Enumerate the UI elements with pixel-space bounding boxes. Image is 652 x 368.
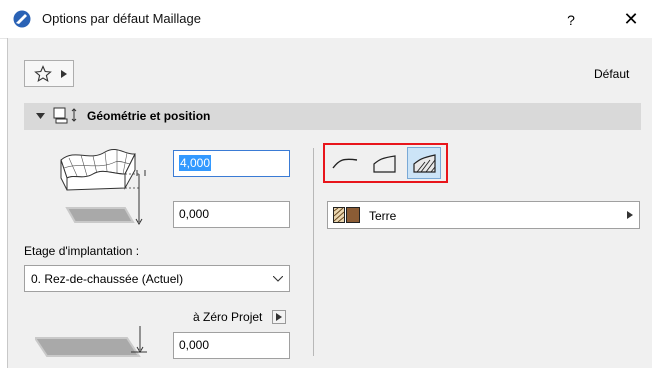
surface-only-button[interactable] (328, 147, 362, 179)
arrow-right-icon (276, 313, 282, 321)
arrow-right-icon (627, 211, 633, 219)
reference-offset-input[interactable]: 0,000 (173, 332, 290, 359)
archicad-app-icon (13, 10, 31, 28)
help-button[interactable]: ? (557, 8, 585, 32)
section-title: Géométrie et position (87, 109, 211, 123)
star-icon (34, 65, 52, 82)
solid-body-icon (413, 154, 436, 173)
story-dropdown[interactable]: 0. Rez-de-chaussée (Actuel) (24, 265, 290, 292)
with-skirt-button[interactable] (368, 147, 402, 179)
geometry-position-icon (53, 107, 77, 124)
window-title: Options par défaut Maillage (42, 11, 201, 26)
close-button[interactable]: ✕ (617, 6, 645, 32)
story-selected-value: 0. Rez-de-chaussée (Actuel) (31, 272, 184, 286)
collapse-arrow-icon[interactable] (36, 113, 45, 119)
material-swatch-icon (333, 207, 360, 223)
reference-level-label: à Zéro Projet (193, 310, 263, 324)
column-divider (313, 148, 314, 356)
structure-type-group (323, 143, 448, 183)
reference-level-illustration (35, 326, 147, 357)
mesh-height-illustration (60, 149, 146, 225)
story-label: Etage d'implantation : (24, 244, 140, 258)
material-name: Terre (369, 209, 397, 223)
with-skirt-icon (373, 155, 396, 173)
material-selector[interactable]: Terre (327, 201, 640, 229)
reference-level-menu-button[interactable] (272, 310, 286, 324)
default-label: Défaut (594, 67, 630, 81)
solid-body-button[interactable] (407, 147, 441, 179)
height-value: 4,000 (179, 155, 212, 171)
arrow-right-icon (61, 70, 67, 78)
favorites-button[interactable] (24, 60, 74, 87)
surface-only-icon (332, 158, 358, 169)
chevron-down-icon (273, 276, 283, 282)
height-input[interactable]: 4,000 (173, 150, 290, 177)
bottom-elevation-input[interactable]: 0,000 (173, 201, 290, 228)
